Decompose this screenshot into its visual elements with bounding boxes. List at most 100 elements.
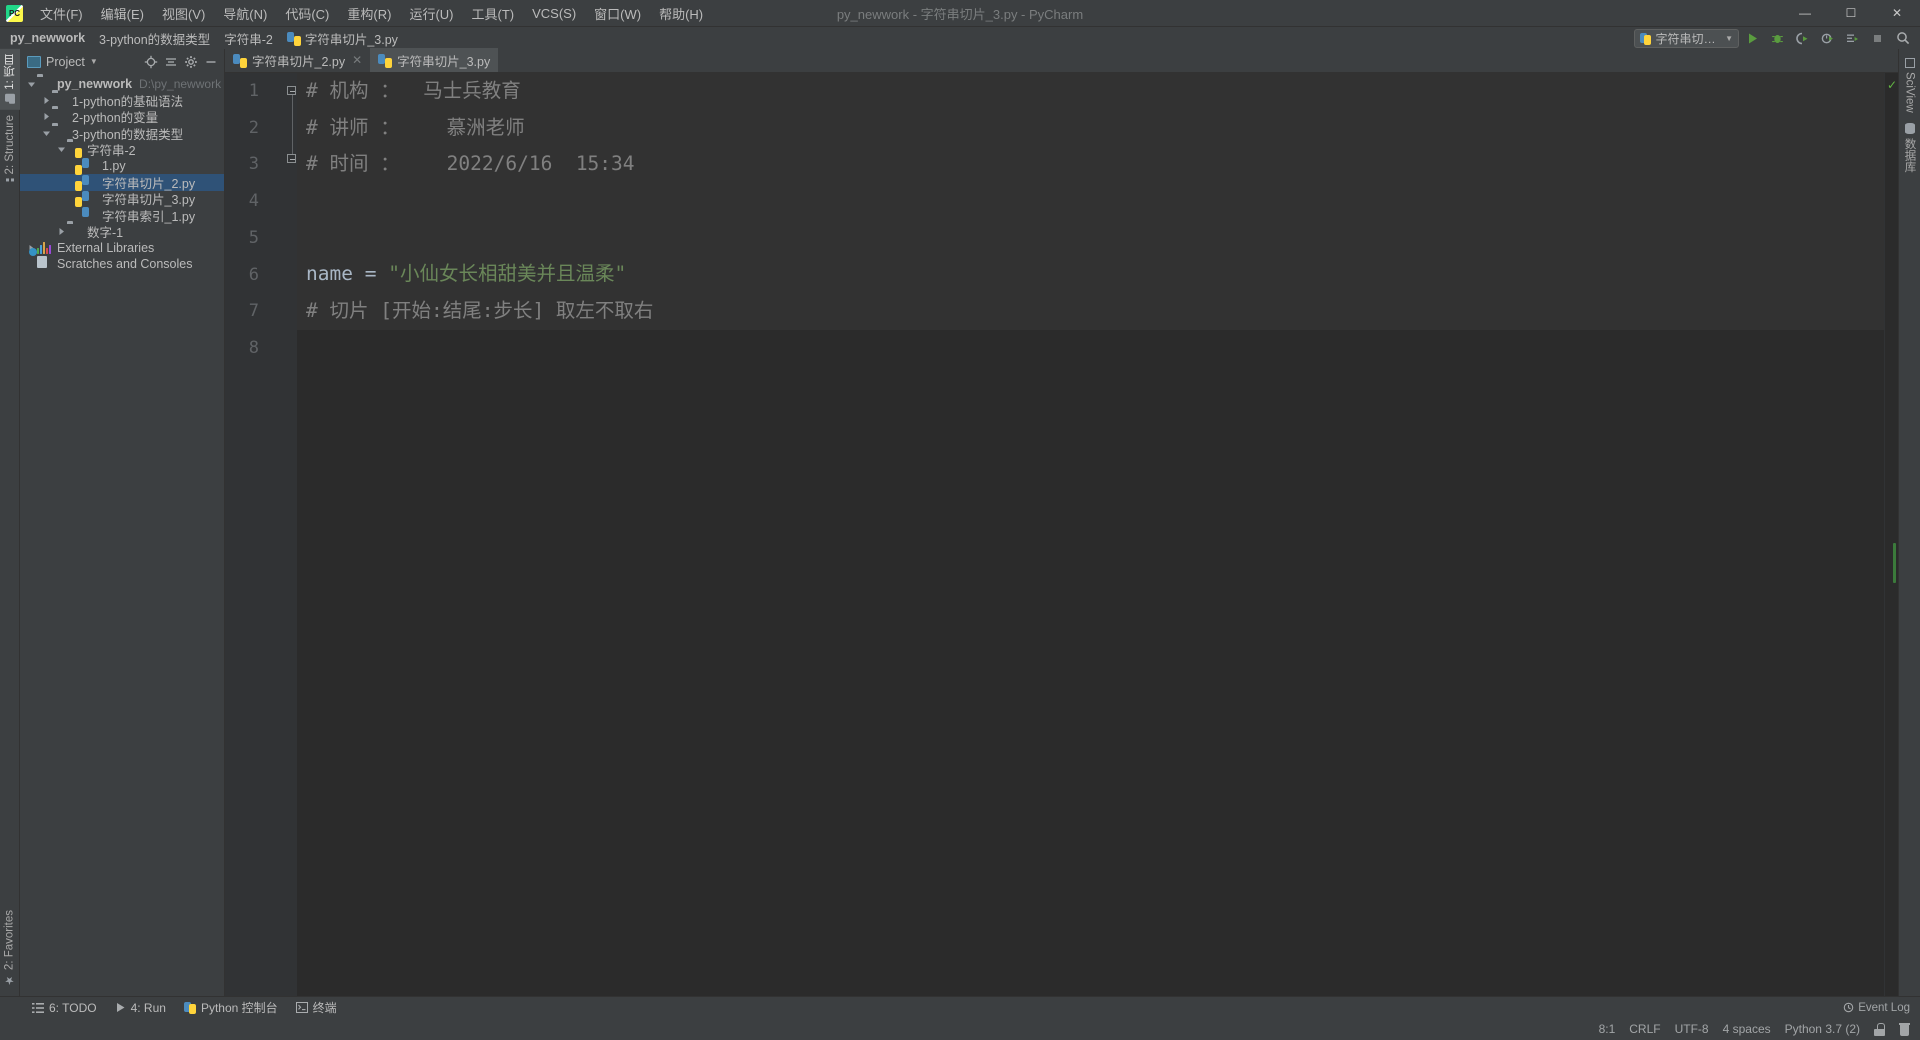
- tree-node[interactable]: Scratches and Consoles: [20, 248, 224, 272]
- editor-tab[interactable]: 字符串切片_3.py: [370, 48, 499, 72]
- sidebar-item-database[interactable]: 数据库: [1900, 118, 1920, 178]
- file-encoding[interactable]: UTF-8: [1675, 1022, 1709, 1036]
- breadcrumb-project[interactable]: py_newwork: [10, 31, 92, 45]
- menu-help[interactable]: 帮助(H): [650, 0, 712, 27]
- inspection-ok-icon[interactable]: ✓: [1887, 78, 1897, 92]
- sidebar-item-project[interactable]: 1: 项目: [0, 49, 20, 110]
- profile-button[interactable]: [1816, 28, 1839, 49]
- menu-run[interactable]: 运行(U): [400, 0, 462, 27]
- python-file-icon: [82, 158, 98, 174]
- menu-code[interactable]: 代码(C): [276, 0, 338, 27]
- chevron-down-icon[interactable]: ▼: [90, 57, 98, 66]
- code-folding-column[interactable]: [287, 73, 297, 996]
- sidebar-item-structure[interactable]: 2: Structure: [2, 110, 18, 186]
- code-line[interactable]: [306, 183, 1884, 220]
- chevron-down-icon[interactable]: [56, 142, 67, 158]
- trash-icon[interactable]: [1899, 1022, 1910, 1036]
- chevron-right-icon[interactable]: [41, 93, 52, 109]
- editor-body: 1 2 3 4 5 6 7 8 # 机构 ： 马士兵教育 # 讲师 ： 慕洲老师 # 时间 ： 2…: [225, 73, 1898, 996]
- chevron-right-icon[interactable]: [56, 224, 67, 240]
- breadcrumb-folder-1[interactable]: 3-python的数据类型: [92, 29, 217, 48]
- tree-node[interactable]: 1.py: [20, 158, 224, 174]
- close-tab-icon[interactable]: ✕: [352, 53, 362, 67]
- sidebar-item-favorites[interactable]: ★ 2: Favorites: [1, 905, 18, 992]
- code-line[interactable]: # 时间 ： 2022/6/16 15:34: [306, 146, 1884, 183]
- menu-file[interactable]: 文件(F): [31, 0, 92, 27]
- line-number: 1: [248, 81, 259, 101]
- code-line[interactable]: # 机构 ： 马士兵教育: [306, 73, 1884, 110]
- tree-node[interactable]: 1-python的基础语法: [20, 92, 224, 109]
- fold-toggle-icon[interactable]: [287, 86, 296, 95]
- chevron-down-icon[interactable]: [41, 125, 52, 141]
- menu-edit[interactable]: 编辑(E): [92, 0, 153, 27]
- menu-view[interactable]: 视图(V): [153, 0, 214, 27]
- line-separator[interactable]: CRLF: [1629, 1022, 1660, 1036]
- close-button[interactable]: ✕: [1874, 0, 1920, 27]
- menu-window[interactable]: 窗口(W): [585, 0, 650, 27]
- tree-node[interactable]: 字符串-2: [20, 142, 224, 158]
- caret-position[interactable]: 8:1: [1599, 1022, 1616, 1036]
- chevron-down-icon[interactable]: [26, 76, 37, 92]
- code-line[interactable]: [306, 220, 1884, 257]
- tree-node[interactable]: 3-python的数据类型: [20, 125, 224, 142]
- bottom-tab-run[interactable]: 4: Run: [107, 999, 174, 1017]
- indent-setting[interactable]: 4 spaces: [1723, 1022, 1771, 1036]
- code-line[interactable]: [306, 330, 1884, 367]
- bottom-tab-python-console[interactable]: Python 控制台: [176, 997, 286, 1018]
- run-tests-button[interactable]: [1841, 28, 1864, 49]
- tree-node[interactable]: 字符串索引_1.py: [20, 207, 224, 224]
- code-token-comment: # 讲师 ： 慕洲老师: [306, 115, 525, 139]
- favorites-tab-label: 2: Favorites: [3, 909, 16, 970]
- code-line[interactable]: name = "小仙女长相甜美并且温柔": [306, 256, 1884, 293]
- breadcrumb-folder-2[interactable]: 字符串-2: [217, 29, 280, 48]
- bottom-tab-terminal[interactable]: 终端: [288, 997, 345, 1018]
- breadcrumb-file[interactable]: 字符串切片_3.py: [280, 29, 405, 48]
- stop-button[interactable]: [1866, 28, 1889, 49]
- minimize-button[interactable]: —: [1782, 0, 1828, 27]
- settings-gear-button[interactable]: [181, 52, 200, 71]
- stripe-marker[interactable]: [1893, 543, 1896, 583]
- locate-button[interactable]: [141, 52, 160, 71]
- code-line[interactable]: # 切片 [开始:结尾:步长] 取左不取右: [306, 293, 1884, 330]
- editor-tab[interactable]: 字符串切片_2.py ✕: [225, 48, 370, 72]
- chevron-right-icon[interactable]: [41, 109, 52, 125]
- code-line[interactable]: # 讲师 ： 慕洲老师: [306, 110, 1884, 147]
- hide-panel-button[interactable]: [201, 52, 220, 71]
- maximize-button[interactable]: ☐: [1828, 0, 1874, 27]
- bottom-tab-todo[interactable]: 6: TODO: [24, 999, 105, 1017]
- menu-navigate[interactable]: 导航(N): [214, 0, 276, 27]
- status-bar-right: 8:1 CRLF UTF-8 4 spaces Python 3.7 (2): [1599, 1022, 1920, 1036]
- project-tree[interactable]: py_newwork D:\py_newwork 1-python的基础语法 2-py…: [20, 74, 224, 996]
- debug-button[interactable]: [1766, 28, 1789, 49]
- bottom-tab-terminal-label: 终端: [312, 1001, 337, 1015]
- tree-node[interactable]: 字符串切片_2.py: [20, 174, 224, 191]
- menu-vcs[interactable]: VCS(S): [523, 2, 585, 25]
- collapse-all-button[interactable]: [161, 52, 180, 71]
- lock-icon[interactable]: [1874, 1022, 1885, 1036]
- tree-node-label: Scratches and Consoles: [57, 257, 193, 272]
- search-everywhere-button[interactable]: [1891, 28, 1914, 49]
- run-button[interactable]: [1741, 28, 1764, 49]
- tree-node[interactable]: 字符串切片_3.py: [20, 191, 224, 207]
- menu-tools[interactable]: 工具(T): [462, 0, 523, 27]
- error-stripe[interactable]: ✓: [1884, 73, 1898, 996]
- tree-node[interactable]: 数字-1: [20, 224, 224, 240]
- bottom-tab-python-console-label: Python 控制台: [200, 1001, 278, 1015]
- sidebar-item-sciview[interactable]: SciView: [1902, 53, 1918, 118]
- tree-node[interactable]: External Libraries: [20, 240, 224, 256]
- code-content[interactable]: # 机构 ： 马士兵教育 # 讲师 ： 慕洲老师 # 时间 ： 2022/6/16 …: [297, 73, 1884, 996]
- tree-node[interactable]: 2-python的变量: [20, 109, 224, 125]
- tree-node[interactable]: py_newwork D:\py_newwork: [20, 76, 224, 92]
- line-number: 4: [248, 191, 259, 212]
- tree-node-label: 1.py: [102, 159, 126, 174]
- pycharm-window: 文件(F) 编辑(E) 视图(V) 导航(N) 代码(C) 重构(R) 运行(U…: [0, 0, 1920, 1040]
- run-with-coverage-button[interactable]: [1791, 28, 1814, 49]
- fold-toggle-icon[interactable]: [287, 154, 296, 163]
- editor-gutter[interactable]: 1 2 3 4 5 6 7 8: [225, 73, 297, 996]
- database-icon: [1904, 122, 1915, 134]
- python-interpreter[interactable]: Python 3.7 (2): [1785, 1022, 1860, 1036]
- event-log-button[interactable]: Event Log: [1843, 1002, 1910, 1014]
- run-configuration-selector[interactable]: 字符串切片_2 ▼: [1634, 28, 1739, 48]
- fold-line: [291, 95, 293, 155]
- menu-refactor[interactable]: 重构(R): [338, 0, 400, 27]
